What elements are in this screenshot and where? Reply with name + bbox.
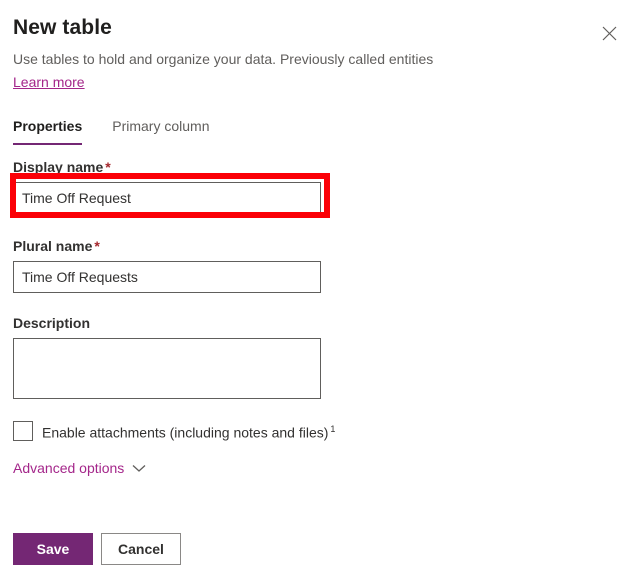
description-field-group: Description [13, 314, 321, 399]
chevron-down-icon [132, 464, 146, 473]
footnote-marker: 1 [328, 424, 335, 434]
description-label: Description [13, 314, 321, 333]
enable-attachments-checkbox[interactable] [13, 421, 33, 441]
panel-subtitle: Use tables to hold and organize your dat… [13, 49, 613, 69]
panel-header: New table Use tables to hold and organiz… [13, 14, 613, 92]
tab-primary-column[interactable]: Primary column [112, 116, 209, 145]
enable-attachments-label: Enable attachments (including notes and … [42, 419, 335, 443]
close-button[interactable] [594, 18, 624, 48]
tab-list: Properties Primary column [13, 116, 240, 145]
new-table-panel: New table Use tables to hold and organiz… [0, 0, 636, 588]
plural-name-required-marker: * [92, 238, 99, 254]
page-title: New table [13, 14, 613, 42]
save-button[interactable]: Save [13, 533, 93, 565]
panel-footer: Save Cancel [13, 533, 181, 565]
advanced-options-label: Advanced options [13, 458, 124, 478]
plural-name-input[interactable] [13, 261, 321, 293]
display-name-label: Display name* [13, 158, 321, 177]
display-name-field-group: Display name* [13, 158, 321, 214]
plural-name-field-group: Plural name* [13, 237, 321, 293]
tab-properties[interactable]: Properties [13, 116, 82, 145]
learn-more-link[interactable]: Learn more [13, 73, 85, 92]
description-textarea[interactable] [13, 338, 321, 399]
display-name-required-marker: * [103, 159, 110, 175]
enable-attachments-row[interactable]: Enable attachments (including notes and … [13, 419, 335, 443]
plural-name-label: Plural name* [13, 237, 321, 256]
close-icon [602, 26, 617, 41]
cancel-button[interactable]: Cancel [101, 533, 181, 565]
display-name-input[interactable] [13, 182, 321, 214]
advanced-options-toggle[interactable]: Advanced options [13, 458, 146, 478]
